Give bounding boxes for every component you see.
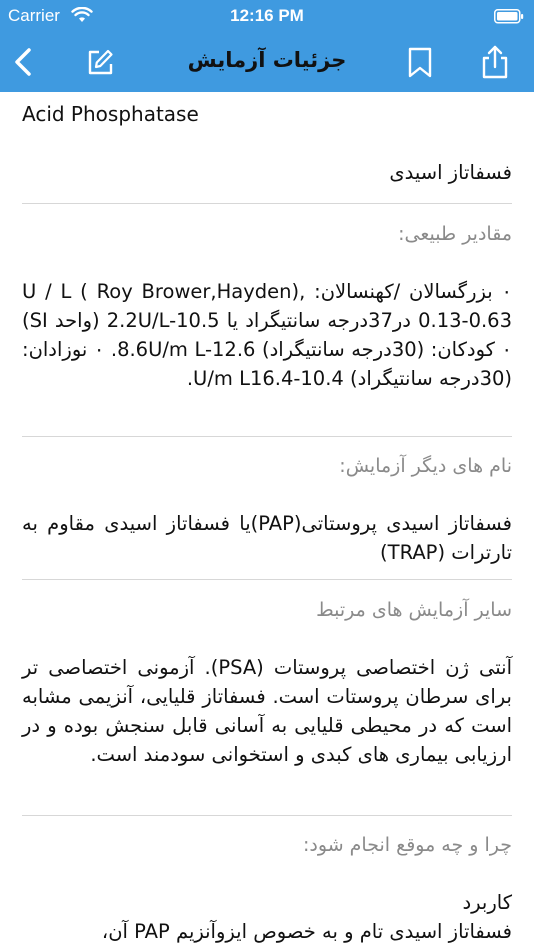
divider: [22, 579, 512, 580]
normal-values-label: مقادیر طبیعی:: [398, 223, 512, 245]
bookmark-icon: [408, 47, 432, 78]
usage-text: فسفاتاز اسیدی تام و به خصوص ایزوآنزیم PA…: [101, 920, 512, 943]
status-bar: Carrier 12:16 PM: [0, 0, 534, 34]
test-detail-content[interactable]: Acid Phosphatase فسفاتاز اسیدی مقادیر طب…: [0, 92, 534, 950]
why-when-label-section: چرا و چه موقع انجام شود:: [22, 834, 512, 856]
related-tests-text: آنتی ژن اختصاصی پروستات (PSA). آزمونی اخ…: [22, 656, 513, 766]
back-chevron-icon: [15, 48, 31, 76]
divider: [22, 436, 512, 437]
battery-icon: [494, 9, 524, 28]
back-button[interactable]: [6, 44, 42, 80]
divider: [22, 815, 512, 816]
share-button[interactable]: [477, 44, 513, 80]
share-icon: [482, 45, 508, 79]
other-names-text: فسفاتاز اسیدی پروستاتی(PAP)یا فسفاتاز اس…: [22, 512, 512, 564]
english-test-name: Acid Phosphatase: [22, 102, 199, 126]
clock: 12:16 PM: [230, 6, 304, 25]
edit-button[interactable]: [82, 44, 118, 80]
navigation-bar: جزئیات آزمایش: [0, 34, 534, 92]
other-names-label: نام های دیگر آزمایش:: [339, 455, 512, 477]
related-tests-section: آنتی ژن اختصاصی پروستات (PSA). آزمونی اخ…: [22, 653, 512, 769]
edit-icon: [88, 49, 113, 75]
other-names-section: فسفاتاز اسیدی پروستاتی(PAP)یا فسفاتاز اس…: [22, 509, 512, 567]
why-when-label: چرا و چه موقع انجام شود:: [303, 834, 512, 856]
persian-test-name: فسفاتاز اسیدی: [389, 161, 512, 184]
normal-values-text: ٠ بزرگسالان /کهنسالان: ,U / L ( Roy Brow…: [22, 280, 512, 390]
persian-test-name-section: فسفاتاز اسیدی: [22, 158, 512, 187]
usage-heading: کاربرد: [462, 891, 512, 914]
page-title: جزئیات آزمایش: [187, 48, 347, 72]
related-tests-label: سایر آزمایش های مرتبط: [316, 599, 512, 621]
normal-values-label-section: مقادیر طبیعی:: [22, 223, 512, 245]
normal-values-section: ٠ بزرگسالان /کهنسالان: ,U / L ( Roy Brow…: [22, 277, 512, 393]
divider: [22, 203, 512, 204]
usage-section: کاربرد فسفاتاز اسیدی تام و به خصوص ایزوآ…: [22, 888, 512, 946]
related-tests-label-section: سایر آزمایش های مرتبط: [22, 599, 512, 621]
bookmark-button[interactable]: [402, 44, 438, 80]
other-names-label-section: نام های دیگر آزمایش:: [22, 455, 512, 477]
